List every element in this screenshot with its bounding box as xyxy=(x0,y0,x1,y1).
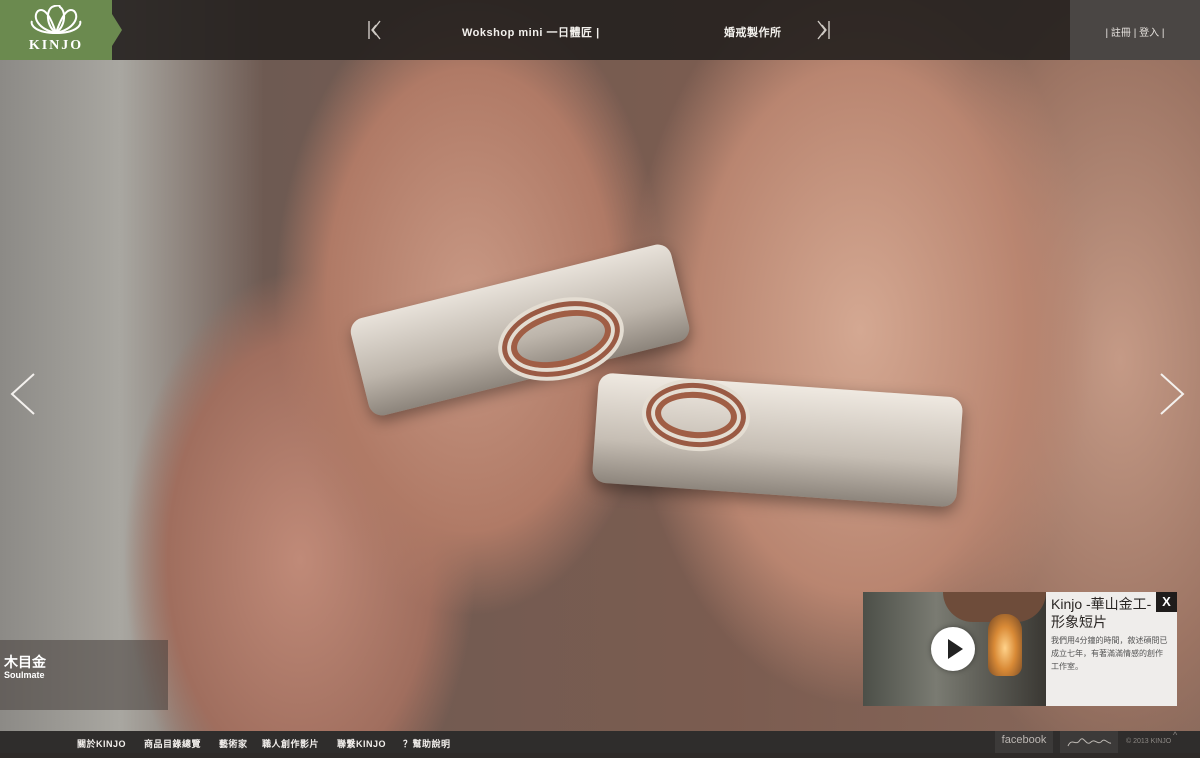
play-button[interactable] xyxy=(931,627,975,671)
footer-link-catalog[interactable]: 商品目錄總覽 xyxy=(144,737,201,750)
footer-link-help[interactable]: ？幫助說明 xyxy=(403,737,451,750)
logo-text: KINJO xyxy=(28,38,84,53)
facebook-button[interactable]: facebook xyxy=(995,731,1053,753)
video-title[interactable]: Kinjo -華山金工-形象短片 xyxy=(1051,595,1163,631)
brand-logo[interactable]: KINJO xyxy=(0,0,112,60)
footer-link-videos[interactable]: 職人創作影片 xyxy=(262,737,319,750)
slide-subtitle: Soulmate xyxy=(4,670,45,680)
light-bulb xyxy=(988,614,1022,676)
close-video-button[interactable]: X xyxy=(1156,592,1177,612)
register-login-links[interactable]: | 註冊 | 登入 | xyxy=(1070,24,1200,39)
video-description: 我們用4分鐘的時間，敘述碩問已成立七年，有著滿滿情感的創作工作室。 xyxy=(1051,636,1168,671)
play-icon xyxy=(948,639,963,659)
facebook-label: facebook xyxy=(1001,734,1047,746)
signature-icon xyxy=(1067,738,1112,747)
footer-link-artists[interactable]: 藝術家 xyxy=(219,737,248,750)
copyright-text: © 2013 KINJO xyxy=(1126,738,1172,745)
ring-right xyxy=(591,372,964,508)
chevron-left-icon[interactable] xyxy=(8,372,38,416)
footer-link-about[interactable]: 關於KINJO xyxy=(77,737,126,750)
chevron-right-icon[interactable] xyxy=(1157,372,1187,416)
nav-deco-right-icon xyxy=(817,20,830,40)
nav-workshop-link[interactable]: Wokshop mini 一日體匠 | xyxy=(462,24,600,40)
nav-wedding-ring-link[interactable]: 婚戒製作所 xyxy=(724,24,782,40)
signature-badge[interactable] xyxy=(1060,731,1118,753)
nav-deco-left-icon xyxy=(368,20,381,40)
auth-panel: | 註冊 | 登入 | xyxy=(1070,0,1200,60)
footer-bar: 關於KINJO 商品目錄總覽 藝術家 職人創作影片 聯繫KINJO ？幫助說明 … xyxy=(0,731,1200,753)
video-thumbnail[interactable] xyxy=(863,592,1046,706)
slide-caption: 木目金 Soulmate xyxy=(0,640,168,710)
scroll-top-mark[interactable]: ^ xyxy=(1173,730,1177,740)
logo-tab-shape xyxy=(112,14,122,46)
fan-logo-icon xyxy=(30,5,82,34)
footer-link-contact[interactable]: 聯繫KINJO xyxy=(337,737,386,750)
video-popup: Kinjo -華山金工-形象短片 我們用4分鐘的時間，敘述碩問已成立七年，有著滿… xyxy=(863,592,1177,706)
slide-title: 木目金 xyxy=(4,654,46,670)
top-navigation-bar: KINJO Wokshop mini 一日體匠 | 婚戒製作所 | 註冊 | 登… xyxy=(0,0,1200,60)
